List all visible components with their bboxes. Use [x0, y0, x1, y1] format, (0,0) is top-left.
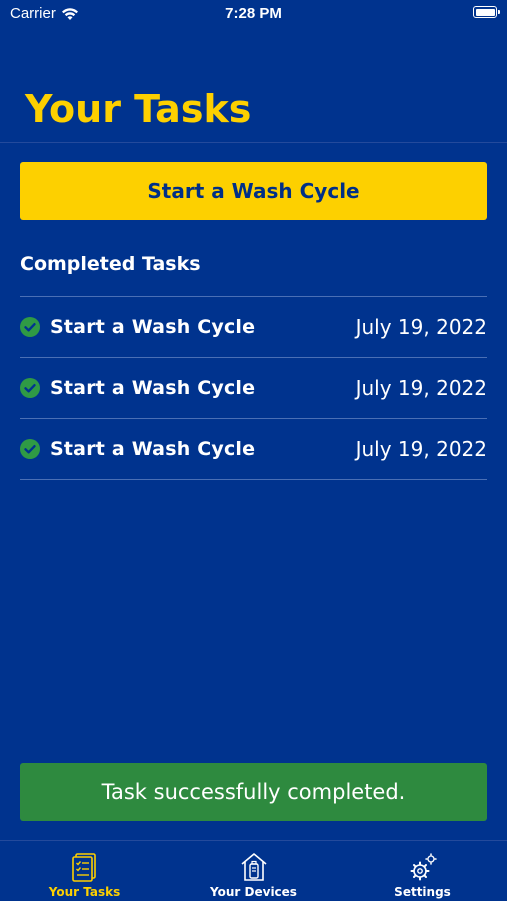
check-circle-icon	[20, 378, 40, 398]
tasks-clipboard-icon	[71, 853, 96, 882]
completed-task-row: Start a Wash Cycle July 19, 2022	[20, 419, 487, 480]
completed-task-row: Start a Wash Cycle July 19, 2022	[20, 297, 487, 358]
check-circle-icon	[20, 317, 40, 337]
start-wash-cycle-button[interactable]: Start a Wash Cycle	[20, 162, 487, 220]
completed-task-list: Start a Wash Cycle July 19, 2022 Start a…	[20, 296, 487, 480]
task-date: July 19, 2022	[355, 315, 487, 339]
clock: 7:28 PM	[225, 5, 282, 22]
check-circle-icon	[20, 439, 40, 459]
task-date: July 19, 2022	[355, 437, 487, 461]
tab-label: Your Devices	[210, 885, 297, 899]
status-bar: Carrier 7:28 PM	[0, 0, 507, 30]
task-name: Start a Wash Cycle	[50, 438, 256, 460]
task-name: Start a Wash Cycle	[50, 316, 256, 338]
header-divider	[0, 142, 507, 143]
task-date: July 19, 2022	[355, 376, 487, 400]
settings-gear-icon	[410, 853, 437, 881]
tab-label: Settings	[394, 885, 451, 899]
tab-label: Your Tasks	[48, 885, 121, 899]
tab-bar: Your Tasks Your Devices Settings	[0, 840, 507, 900]
task-name: Start a Wash Cycle	[50, 377, 256, 399]
devices-home-icon	[240, 853, 267, 881]
page-title: Your Tasks	[25, 87, 252, 131]
tab-your-devices[interactable]: Your Devices	[169, 841, 338, 901]
completed-tasks-heading: Completed Tasks	[20, 253, 201, 275]
toast-message: Task successfully completed.	[101, 780, 406, 804]
tab-your-tasks[interactable]: Your Tasks	[0, 841, 169, 901]
success-toast: Task successfully completed.	[20, 763, 487, 821]
completed-task-row: Start a Wash Cycle July 19, 2022	[20, 358, 487, 419]
tab-settings[interactable]: Settings	[338, 841, 507, 901]
battery-icon	[473, 6, 500, 18]
